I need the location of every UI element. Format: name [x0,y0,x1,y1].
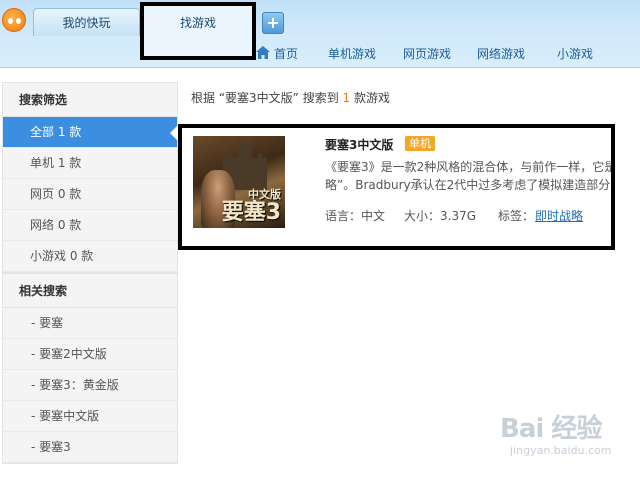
tab-my-kuaiwan[interactable]: 我的快玩 [33,8,140,36]
nav-web-games[interactable]: 网页游戏 [403,44,451,64]
thumbnail-caption: 中文版 要塞3 [222,189,281,224]
filter-panel: 搜索筛选 全部 1 款 单机 1 款 网页 0 款 网络 0 款 小游戏 0 款 [2,82,178,273]
related-item[interactable]: - 要塞 [3,308,177,339]
related-search-panel: 相关搜索 - 要塞 - 要塞2中文版 - 要塞3：黄金版 - 要塞中文版 - 要… [2,273,178,464]
related-item[interactable]: - 要塞中文版 [3,401,177,432]
filter-online[interactable]: 网络 0 款 [3,210,177,241]
nav-mini-games[interactable]: 小游戏 [557,44,593,64]
app-logo-icon [2,8,26,32]
watermark-sub: jingyan.baidu.com [510,444,612,457]
related-panel-title: 相关搜索 [3,274,177,308]
nav-single-games[interactable]: 单机游戏 [328,44,376,64]
filter-mini[interactable]: 小游戏 0 款 [3,241,177,272]
filter-single[interactable]: 单机 1 款 [3,148,177,179]
game-result-card[interactable]: 中文版 要塞3 要塞3中文版 单机 《要塞3》是一款2种风格的混合体，与前作一样… [178,124,615,250]
search-summary-suffix: 款游戏 [350,91,390,105]
related-item[interactable]: - 要塞3 [3,432,177,463]
home-icon [256,46,270,59]
game-tag-label: 标签： [498,209,535,223]
description-line: 《要塞3》是一款2种风格的混合体，与前作一样，它是“城市建造”和“即时战 [325,160,611,174]
related-item[interactable]: - 要塞3：黄金版 [3,370,177,401]
top-bar: 我的快玩 找游戏 + 首页 单机游戏 网页游戏 网络游戏 小游戏 [0,0,640,68]
game-title[interactable]: 要塞3中文版 [325,136,393,153]
game-size: 大小：3.37G [404,209,477,223]
baidu-watermark: Bai 经验 jingyan.baidu.com [492,406,622,466]
search-result-count: 1 [342,91,351,105]
nav-home[interactable]: 首页 [274,44,298,64]
description-line: 略”。Bradbury承认在2代中过多考虑了模拟建造部分，他们 [325,178,615,192]
watermark-main: Bai 经验 [500,414,602,444]
related-item[interactable]: - 要塞2中文版 [3,339,177,370]
game-type-badge: 单机 [405,136,435,151]
filter-all[interactable]: 全部 1 款 [3,117,178,148]
game-description: 《要塞3》是一款2种风格的混合体，与前作一样，它是“城市建造”和“即时战 略”。… [325,158,615,194]
game-thumbnail[interactable]: 中文版 要塞3 [193,136,285,228]
tab-find-games[interactable]: 找游戏 [140,2,256,60]
search-summary: 根据 “要塞3中文版” 搜索到 1 款游戏 [191,89,390,106]
filter-panel-title: 搜索筛选 [3,83,177,117]
game-tag-link[interactable]: 即时战略 [535,207,583,224]
filter-web[interactable]: 网页 0 款 [3,179,177,210]
game-language: 语言：中文 [325,209,386,223]
nav-online-games[interactable]: 网络游戏 [477,44,525,64]
thumbnail-caption-large: 要塞3 [221,199,281,225]
search-summary-prefix: 根据 “要塞3中文版” 搜索到 [191,91,343,105]
sidebar: 搜索筛选 全部 1 款 单机 1 款 网页 0 款 网络 0 款 小游戏 0 款… [2,82,178,464]
add-tab-button[interactable]: + [262,12,284,34]
